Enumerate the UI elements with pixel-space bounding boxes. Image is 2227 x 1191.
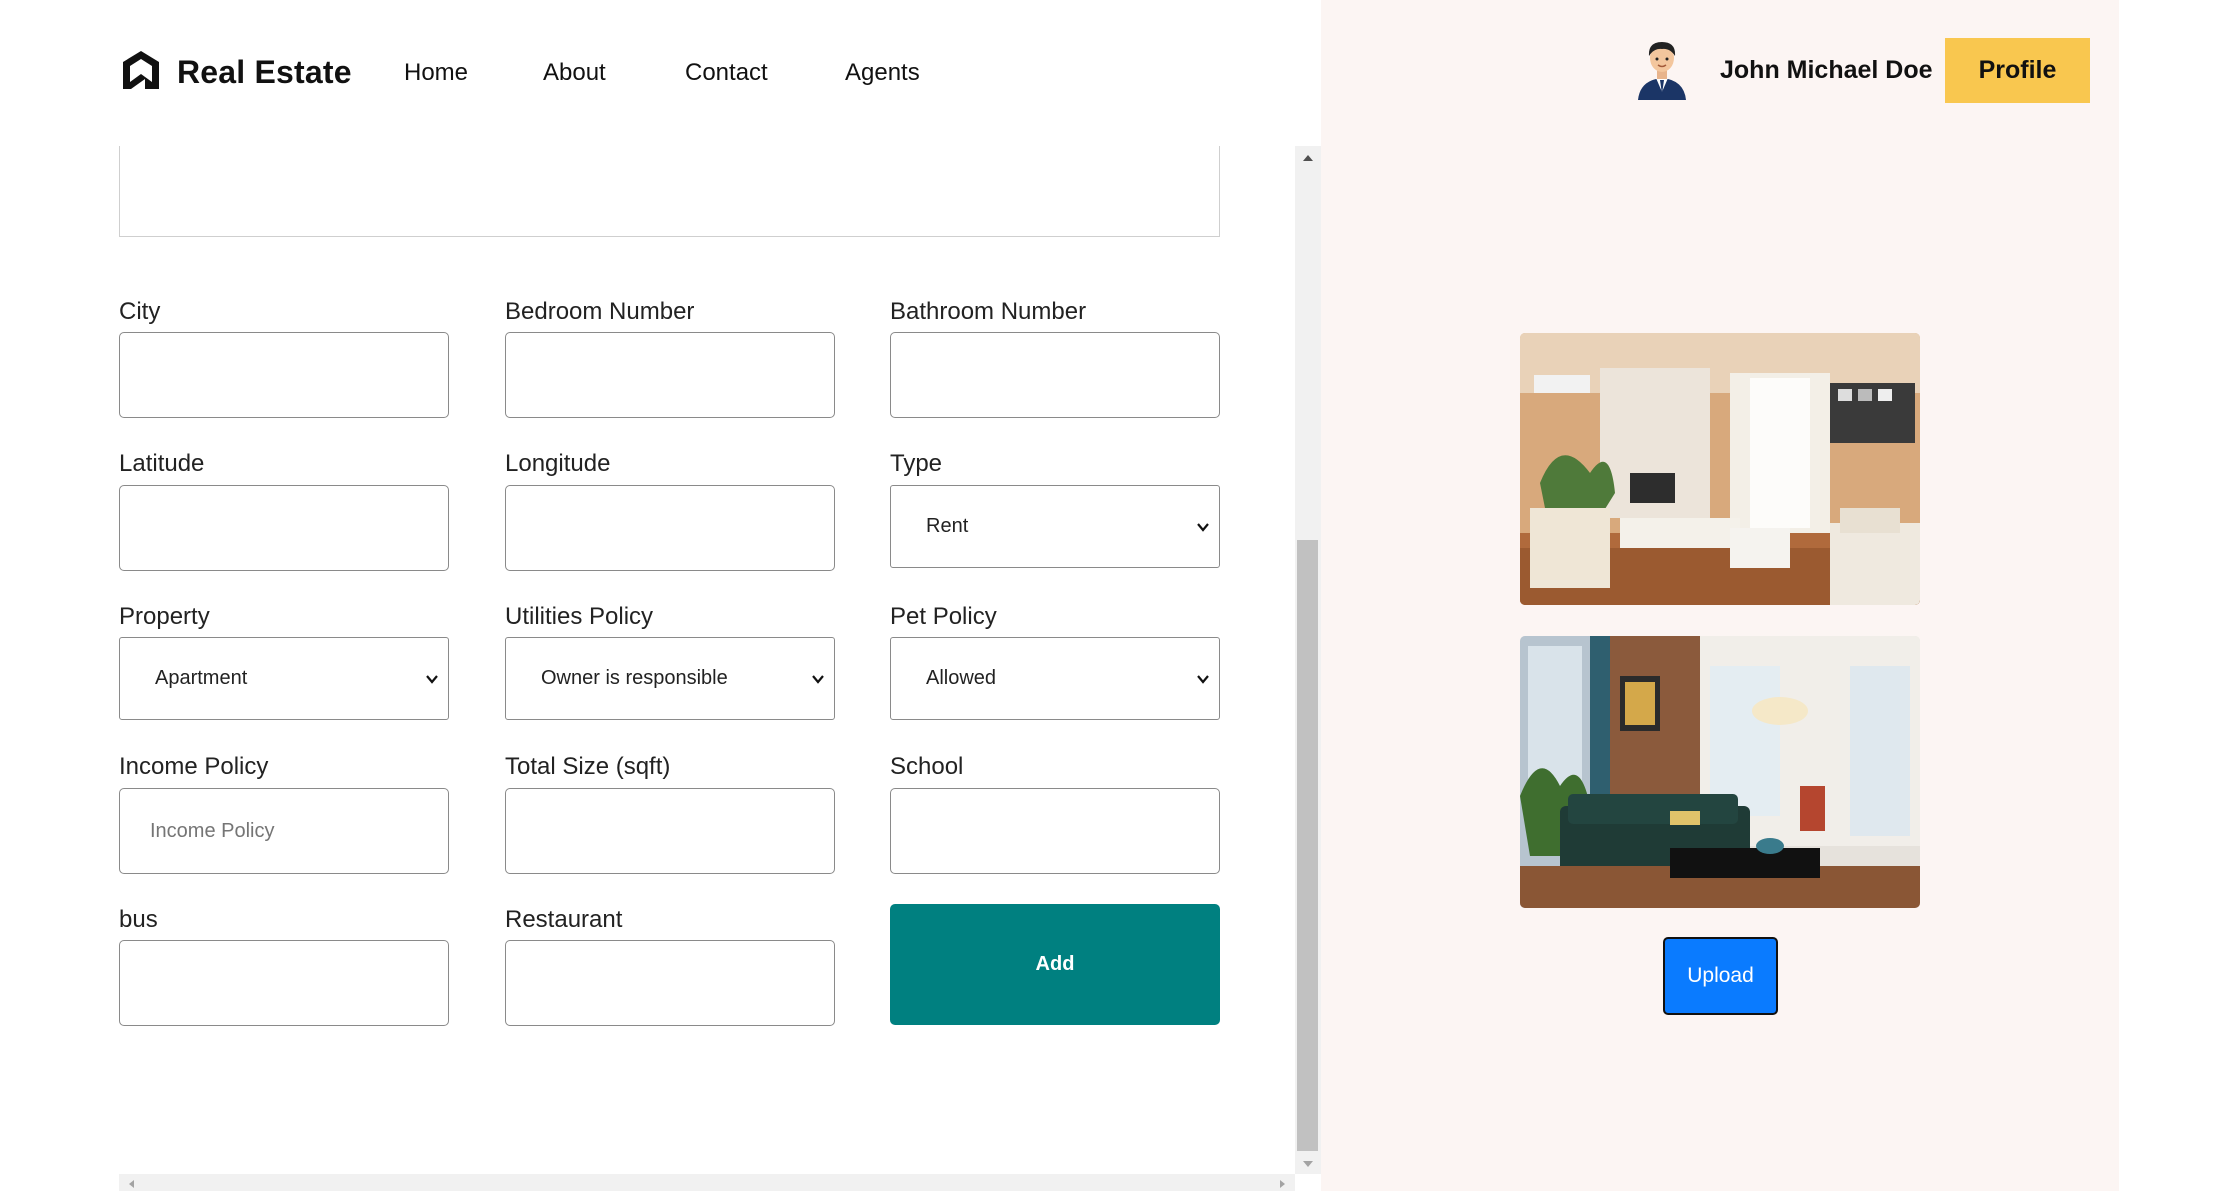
brand-logo[interactable]: Real Estate <box>119 48 352 97</box>
income-input[interactable] <box>119 788 449 874</box>
page-margin <box>2119 0 2227 1191</box>
chevron-down-icon <box>812 675 824 684</box>
restaurant-label: Restaurant <box>505 906 623 933</box>
user-info: John Michael Doe <box>1634 36 1933 105</box>
add-button[interactable]: Add <box>890 904 1220 1025</box>
user-avatar-icon[interactable] <box>1634 36 1690 105</box>
brand-name: Real Estate <box>177 54 352 90</box>
school-input[interactable] <box>890 788 1220 874</box>
restaurant-input[interactable] <box>505 940 835 1026</box>
user-name: John Michael Doe <box>1720 56 1933 84</box>
property-photo-2[interactable] <box>1520 636 1920 908</box>
latitude-label: Latitude <box>119 450 205 477</box>
size-input[interactable] <box>505 788 835 874</box>
scroll-right-arrow-icon[interactable] <box>1278 1178 1288 1190</box>
bedroom-label: Bedroom Number <box>505 298 695 325</box>
scroll-up-arrow-icon[interactable] <box>1301 153 1315 163</box>
city-input[interactable] <box>119 332 449 418</box>
latitude-input[interactable] <box>119 485 449 571</box>
property-form: City Bedroom Number Bathroom Number Lati… <box>119 146 1295 1174</box>
nav-agents[interactable]: Agents <box>845 59 920 87</box>
chevron-down-icon <box>1197 523 1209 532</box>
property-selected-value: Apartment <box>155 667 248 689</box>
pet-select[interactable]: Allowed <box>890 637 1220 720</box>
nav-about[interactable]: About <box>543 59 606 87</box>
utilities-select[interactable]: Owner is responsible <box>505 637 835 720</box>
vertical-scrollbar-thumb[interactable] <box>1297 540 1318 1151</box>
house-logo-icon <box>119 48 163 97</box>
bus-label: bus <box>119 906 158 933</box>
bedroom-input[interactable] <box>505 332 835 418</box>
property-label: Property <box>119 603 210 630</box>
nav-home[interactable]: Home <box>404 59 468 87</box>
longitude-input[interactable] <box>505 485 835 571</box>
scroll-down-arrow-icon[interactable] <box>1301 1159 1315 1169</box>
bus-input[interactable] <box>119 940 449 1026</box>
pet-selected-value: Allowed <box>926 667 997 689</box>
nav-contact[interactable]: Contact <box>685 59 768 87</box>
chevron-down-icon <box>1197 675 1209 684</box>
bathroom-label: Bathroom Number <box>890 298 1087 325</box>
school-label: School <box>890 753 964 780</box>
bathroom-input[interactable] <box>890 332 1220 418</box>
description-textarea[interactable] <box>119 146 1220 237</box>
utilities-label: Utilities Policy <box>505 603 654 630</box>
upload-button[interactable]: Upload <box>1663 937 1778 1015</box>
type-select[interactable]: Rent <box>890 485 1220 568</box>
longitude-label: Longitude <box>505 450 611 477</box>
chevron-down-icon <box>426 675 438 684</box>
utilities-selected-value: Owner is responsible <box>541 667 728 689</box>
property-photo-1[interactable] <box>1520 333 1920 605</box>
income-label: Income Policy <box>119 753 269 780</box>
profile-button[interactable]: Profile <box>1945 38 2090 103</box>
pet-label: Pet Policy <box>890 603 997 630</box>
type-label: Type <box>890 450 943 477</box>
size-label: Total Size (sqft) <box>505 753 671 780</box>
property-select[interactable]: Apartment <box>119 637 449 720</box>
horizontal-scrollbar[interactable] <box>119 1174 1295 1191</box>
scroll-left-arrow-icon[interactable] <box>126 1178 136 1190</box>
type-selected-value: Rent <box>926 515 969 537</box>
city-label: City <box>119 298 161 325</box>
